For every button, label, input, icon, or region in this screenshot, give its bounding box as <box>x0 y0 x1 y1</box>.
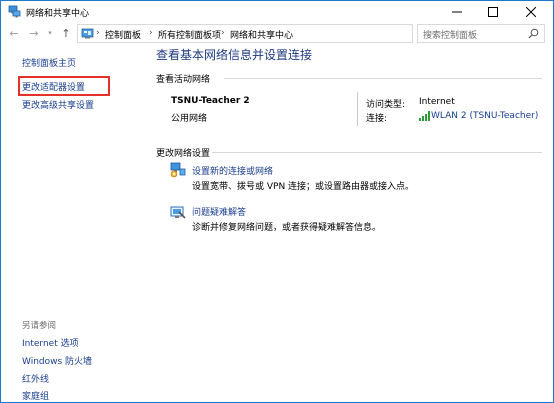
window-title: 网络和共享中心 <box>26 9 90 19</box>
search-icon <box>528 28 539 39</box>
back-arrow-icon: ← <box>9 26 19 40</box>
network-sharing-center-window: 网络和共享中心 ← → ▾ ↑ › 控制面板 › 所有控制面板项 › 网络和共享… <box>0 0 554 403</box>
troubleshoot-desc: 诊断并修复网络问题，或者获得疑难解答信息。 <box>192 223 382 233</box>
maximize-button[interactable] <box>477 1 509 23</box>
chevron-down-icon: ▾ <box>48 29 52 37</box>
back-button[interactable]: ← <box>7 26 21 40</box>
forward-button[interactable]: → <box>27 26 41 40</box>
address-bar[interactable]: › 控制面板 › 所有控制面板项 › 网络和共享中心 ▾ ↻ <box>77 24 486 43</box>
active-networks-heading: 查看活动网络 <box>156 75 211 85</box>
breadcrumb-separator: › <box>221 28 225 38</box>
sidebar-item-advanced-sharing[interactable]: 更改高级共享设置 <box>22 98 94 111</box>
page-title: 查看基本网络信息并设置连接 <box>156 48 313 62</box>
connection-label: 连接: <box>366 114 388 124</box>
breadcrumb-separator: › <box>149 28 153 38</box>
navigation-bar: ← → ▾ ↑ › 控制面板 › 所有控制面板项 › 网络和共享中心 ▾ ↻ 搜… <box>1 23 553 45</box>
access-type-value: Internet <box>419 97 455 107</box>
maximize-icon <box>488 7 498 17</box>
breadcrumb-network-center[interactable]: 网络和共享中心 <box>230 28 293 41</box>
sidebar-item-windows-firewall[interactable]: Windows 防火墙 <box>22 354 92 367</box>
section-divider <box>212 152 542 153</box>
recent-locations-button[interactable]: ▾ <box>45 26 55 40</box>
change-settings-heading: 更改网络设置 <box>156 149 211 159</box>
breadcrumb-all-items[interactable]: 所有控制面板项 <box>158 28 221 41</box>
network-name: TSNU-Teacher 2 <box>171 96 250 106</box>
see-also-heading: 另请参阅 <box>22 321 57 331</box>
up-button[interactable]: ↑ <box>59 26 73 40</box>
sidebar-item-change-adapter[interactable]: 更改适配器设置 <box>22 80 85 93</box>
sidebar-item-homegroup[interactable]: 家庭组 <box>22 389 49 402</box>
sidebar-item-internet-options[interactable]: Internet 选项 <box>22 336 79 349</box>
setup-connection-desc: 设置宽带、拨号或 VPN 连接；或设置路由器或接入点。 <box>192 182 415 192</box>
close-button[interactable] <box>515 1 547 23</box>
connection-link[interactable]: WLAN 2 (TSNU-Teacher) <box>431 111 538 121</box>
title-bar[interactable]: 网络和共享中心 <box>1 1 553 23</box>
control-panel-icon <box>81 28 94 39</box>
forward-arrow-icon: → <box>29 26 39 40</box>
sidebar: 控制面板主页 更改适配器设置 更改高级共享设置 另请参阅 Internet 选项… <box>2 45 141 402</box>
search-placeholder: 搜索控制面板 <box>423 31 478 41</box>
new-connection-icon <box>170 162 186 178</box>
network-type: 公用网络 <box>171 114 208 124</box>
access-type-label: 访问类型: <box>366 100 406 110</box>
setup-connection-link[interactable]: 设置新的连接或网络 <box>192 164 273 177</box>
network-center-icon <box>8 5 21 18</box>
close-icon <box>526 7 536 17</box>
section-divider <box>224 78 542 79</box>
troubleshoot-icon <box>170 206 186 219</box>
troubleshoot-link[interactable]: 问题疑难解答 <box>192 205 246 218</box>
sidebar-item-infrared[interactable]: 红外线 <box>22 372 49 385</box>
minimize-button[interactable] <box>441 1 473 23</box>
vertical-divider <box>357 92 358 126</box>
breadcrumb-control-panel[interactable]: 控制面板 <box>105 28 141 41</box>
breadcrumb-separator: › <box>96 28 100 38</box>
sidebar-item-home[interactable]: 控制面板主页 <box>22 56 76 69</box>
search-input[interactable]: 搜索控制面板 <box>417 24 545 43</box>
main-content: 查看基本网络信息并设置连接 查看活动网络 TSNU-Teacher 2 公用网络… <box>141 45 553 402</box>
minimize-icon <box>452 11 462 13</box>
up-arrow-icon: ↑ <box>61 26 71 40</box>
wifi-signal-icon <box>419 111 430 121</box>
